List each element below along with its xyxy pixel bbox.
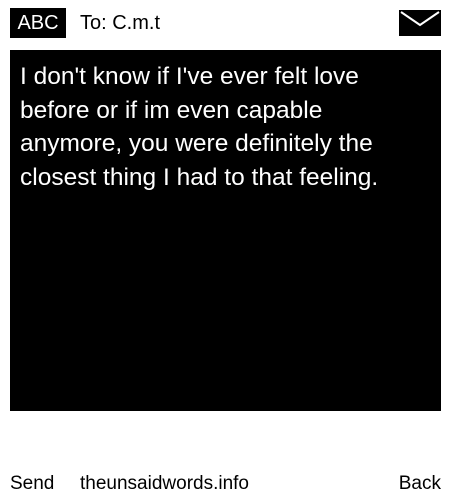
envelope-icon <box>399 10 441 36</box>
recipient-field[interactable]: To: C.m.t <box>80 8 160 38</box>
back-button[interactable]: Back <box>399 470 441 498</box>
send-button[interactable]: Send <box>10 470 54 498</box>
site-label: theunsaidwords.info <box>80 473 249 494</box>
input-mode-badge[interactable]: ABC <box>10 8 66 38</box>
message-text: I don't know if I've ever felt love befo… <box>20 63 379 191</box>
message-header: ABC To: C.m.t <box>0 0 450 46</box>
message-body[interactable]: I don't know if I've ever felt love befo… <box>10 50 441 411</box>
softkey-bar: Send theunsaidwords.info Back <box>0 470 450 500</box>
